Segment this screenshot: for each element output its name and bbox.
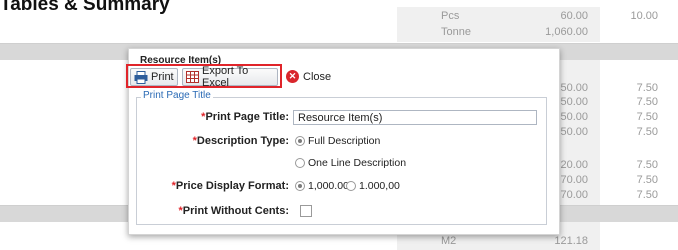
unit-cell: Tonne — [441, 26, 471, 38]
export-to-excel-button[interactable]: Export To Excel — [182, 65, 278, 89]
unit-cell: M2 — [441, 235, 457, 247]
percent-cell: 7.50 — [636, 189, 658, 201]
percent-cell: 7.50 — [636, 111, 658, 123]
radio-unselected-icon — [295, 158, 305, 168]
print-without-cents-checkbox[interactable] — [300, 205, 312, 217]
price-format-2-label: 1.000,00 — [359, 180, 400, 192]
percent-cell: 7.50 — [636, 126, 658, 138]
table-row: Tonne 1,060.00 — [0, 24, 678, 41]
close-button[interactable]: ✕ Close — [286, 70, 331, 83]
section-legend: Print Page Title — [141, 90, 213, 101]
spreadsheet-icon — [186, 71, 199, 83]
description-type-label: *Description Type: — [192, 135, 289, 147]
percent-cell: 10.00 — [630, 10, 658, 22]
price-display-format-label: *Price Display Format: — [171, 180, 289, 192]
percent-cell: 7.50 — [636, 159, 658, 171]
percent-cell: 7.50 — [636, 82, 658, 94]
print-page-title-input[interactable]: Resource Item(s) — [293, 110, 537, 125]
print-page-title-section: Print Page Title *Print Page Title: Reso… — [136, 90, 547, 225]
print-page-title-label: *Print Page Title: — [201, 111, 289, 123]
table-row: Pcs 60.00 10.00 — [0, 8, 678, 25]
radio-selected-icon — [295, 181, 305, 191]
amount-cell: 60.00 — [560, 10, 588, 22]
description-one-line-radio[interactable]: One Line Description — [295, 157, 406, 169]
close-label: Close — [303, 70, 332, 83]
close-icon: ✕ — [286, 70, 299, 83]
amount-cell: 121.18 — [554, 235, 588, 247]
unit-cell: Pcs — [441, 10, 460, 22]
description-full-label: Full Description — [308, 135, 381, 147]
print-button[interactable]: Print — [130, 68, 178, 86]
radio-unselected-icon — [346, 181, 356, 191]
export-label: Export To Excel — [202, 65, 249, 89]
print-label: Print — [151, 71, 174, 83]
table-row: M2 121.18 — [0, 233, 678, 250]
price-format-2-radio[interactable]: 1.000,00 — [346, 180, 400, 192]
percent-cell: 7.50 — [636, 96, 658, 108]
print-without-cents-label: *Print Without Cents: — [178, 205, 290, 217]
price-format-1-radio[interactable]: 1,000.00 — [295, 180, 349, 192]
description-full-radio[interactable]: Full Description — [295, 135, 380, 147]
dialog-toolbar: Print Export To Excel ✕ Close — [126, 64, 559, 89]
description-one-line-label: One Line Description — [308, 157, 407, 169]
printer-icon — [134, 70, 148, 84]
amount-cell: 1,060.00 — [545, 26, 588, 38]
price-format-1-label: 1,000.00 — [308, 180, 349, 192]
percent-cell: 7.50 — [636, 174, 658, 186]
radio-selected-icon — [295, 136, 305, 146]
print-dialog: Resource Item(s) Print Export To Excel ✕… — [126, 48, 560, 235]
